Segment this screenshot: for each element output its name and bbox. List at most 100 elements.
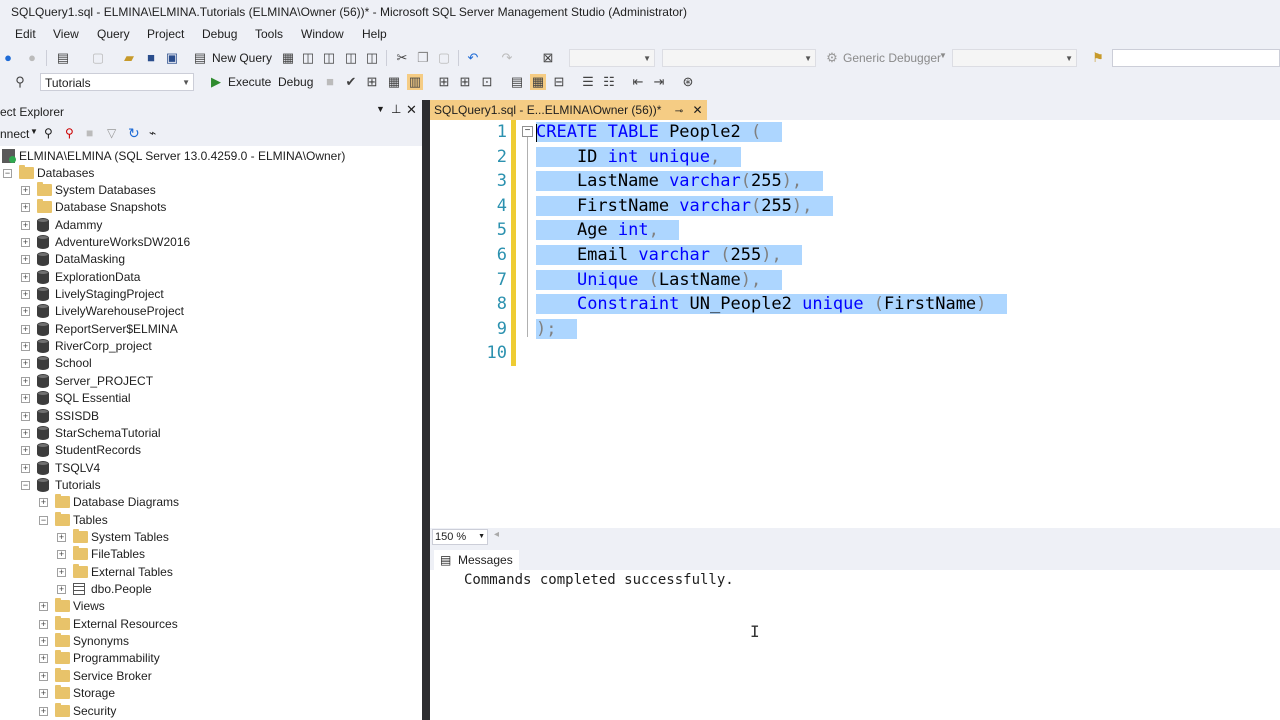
collapse-icon[interactable]: − [39, 516, 48, 525]
new-query-button[interactable]: New Query [212, 51, 272, 65]
code-line[interactable]: CREATE TABLE People2 ( [536, 120, 782, 144]
filter-icon[interactable]: ▽ [107, 126, 116, 140]
add-item-icon[interactable]: ▢ [90, 50, 106, 66]
intellisense-icon[interactable]: ▥ [407, 74, 423, 90]
collapse-icon[interactable]: − [522, 126, 533, 137]
expand-icon[interactable]: + [39, 498, 48, 507]
database-engine-query-icon[interactable]: ▦ [280, 50, 296, 66]
expand-icon[interactable]: + [21, 290, 30, 299]
window-position-icon[interactable]: ▼ [376, 104, 385, 114]
expand-icon[interactable]: + [39, 620, 48, 629]
expand-icon[interactable]: + [21, 255, 30, 264]
expand-icon[interactable]: + [21, 273, 30, 282]
menu-view[interactable]: View [53, 27, 79, 41]
collapse-icon[interactable]: − [3, 169, 12, 178]
tree-node[interactable]: + Server_PROJECT [0, 373, 420, 390]
expand-icon[interactable]: + [57, 585, 66, 594]
expand-icon[interactable]: + [57, 568, 66, 577]
refresh-icon[interactable]: ↻ [128, 125, 140, 142]
increase-indent-icon[interactable]: ⇥ [651, 74, 667, 90]
expand-icon[interactable]: + [21, 412, 30, 421]
expand-icon[interactable]: + [21, 307, 30, 316]
specify-values-icon[interactable]: ⊛ [680, 74, 696, 90]
undo-icon[interactable]: ↶ [465, 50, 481, 66]
results-to-text-icon[interactable]: ▤ [509, 74, 525, 90]
results-to-grid-icon[interactable]: ▦ [530, 74, 546, 90]
tree-node[interactable]: + dbo.People [0, 581, 420, 598]
debug-target-combo[interactable]: ▼ [952, 49, 1077, 67]
save-icon[interactable]: ■ [143, 50, 159, 66]
tree-node[interactable]: + AdventureWorksDW2016 [0, 234, 420, 251]
menu-tools[interactable]: Tools [255, 27, 283, 41]
expand-icon[interactable]: + [21, 377, 30, 386]
menu-debug[interactable]: Debug [202, 27, 237, 41]
code-line[interactable]: ); [536, 317, 577, 341]
menu-project[interactable]: Project [147, 27, 184, 41]
tree-node[interactable]: + LivelyWarehouseProject [0, 303, 420, 320]
expand-icon[interactable]: + [21, 359, 30, 368]
tree-node[interactable]: + StarSchemaTutorial [0, 425, 420, 442]
code-line[interactable]: Constraint UN_People2 unique (FirstName) [536, 292, 1007, 316]
stop-icon[interactable]: ■ [86, 126, 93, 140]
tree-node[interactable]: + FileTables [0, 546, 420, 563]
menu-help[interactable]: Help [362, 27, 387, 41]
expand-icon[interactable]: + [21, 464, 30, 473]
code-line[interactable]: Unique (LastName), [536, 268, 782, 292]
decrease-indent-icon[interactable]: ⇤ [630, 74, 646, 90]
menu-window[interactable]: Window [301, 27, 344, 41]
parse-icon[interactable]: ✔ [343, 74, 359, 90]
tree-node[interactable]: + Synonyms [0, 633, 420, 650]
tree-node[interactable]: + SSISDB [0, 408, 420, 425]
debug-button[interactable]: Debug [278, 75, 313, 89]
expand-icon[interactable]: + [21, 342, 30, 351]
disconnect-icon[interactable]: ⚲ [65, 126, 74, 140]
cancel-query-icon[interactable]: ■ [322, 74, 338, 90]
analysis-dax-icon[interactable]: ◫ [364, 50, 380, 66]
chevron-down-icon[interactable]: ▼ [939, 51, 947, 60]
solution-platform-combo[interactable]: ▼ [662, 49, 816, 67]
collapse-icon[interactable]: − [21, 481, 30, 490]
tree-node[interactable]: + RiverCorp_project [0, 338, 420, 355]
generic-debugger-combo[interactable]: Generic Debugger [843, 51, 941, 65]
expand-icon[interactable]: + [39, 707, 48, 716]
expand-icon[interactable]: + [21, 203, 30, 212]
tree-node[interactable]: + ExplorationData [0, 269, 420, 286]
tree-node[interactable]: − Tables [0, 512, 420, 529]
chevron-down-icon[interactable]: ▼ [30, 127, 38, 136]
execute-button[interactable]: Execute [228, 75, 271, 89]
tree-node[interactable]: + TSQLV4 [0, 460, 420, 477]
expand-icon[interactable]: + [39, 689, 48, 698]
expand-icon[interactable]: + [21, 221, 30, 230]
analysis-mdx-icon[interactable]: ◫ [300, 50, 316, 66]
open-file-icon[interactable]: ▰ [121, 50, 137, 66]
tree-node[interactable]: + SQL Essential [0, 390, 420, 407]
tree-node[interactable]: + System Tables [0, 529, 420, 546]
save-all-icon[interactable]: ▣ [164, 50, 180, 66]
expand-icon[interactable]: + [21, 394, 30, 403]
tree-node[interactable]: + Views [0, 598, 420, 615]
menu-query[interactable]: Query [97, 27, 130, 41]
expand-icon[interactable]: + [21, 429, 30, 438]
code-line[interactable]: Email varchar (255), [536, 243, 803, 267]
expand-icon[interactable]: + [57, 533, 66, 542]
results-to-file-icon[interactable]: ⊟ [551, 74, 567, 90]
new-query-icon[interactable]: ▤ [192, 50, 208, 66]
tab-sqlquery1[interactable]: SQLQuery1.sql - E...ELMINA\Owner (56))* … [430, 100, 707, 120]
database-combo[interactable]: Tutorials ▼ [40, 73, 194, 91]
tree-node[interactable]: + Service Broker [0, 668, 420, 685]
expand-icon[interactable]: + [39, 637, 48, 646]
expand-icon[interactable]: + [39, 654, 48, 663]
expand-icon[interactable]: + [21, 446, 30, 455]
zoom-combo[interactable]: 150 % ▼ [432, 529, 488, 545]
back-icon[interactable]: ● [0, 50, 16, 66]
include-plan-icon[interactable]: ⊞ [436, 74, 452, 90]
tree-node[interactable]: + Adammy [0, 217, 420, 234]
connect-icon[interactable]: ⚲ [12, 74, 28, 90]
tree-node[interactable]: + Security [0, 703, 420, 720]
expand-icon[interactable]: + [39, 672, 48, 681]
live-stats-icon[interactable]: ⊞ [457, 74, 473, 90]
tree-node[interactable]: + School [0, 355, 420, 372]
expand-icon[interactable]: + [21, 238, 30, 247]
tree-node[interactable]: + Storage [0, 685, 420, 702]
estimated-plan-icon[interactable]: ⊞ [364, 74, 380, 90]
